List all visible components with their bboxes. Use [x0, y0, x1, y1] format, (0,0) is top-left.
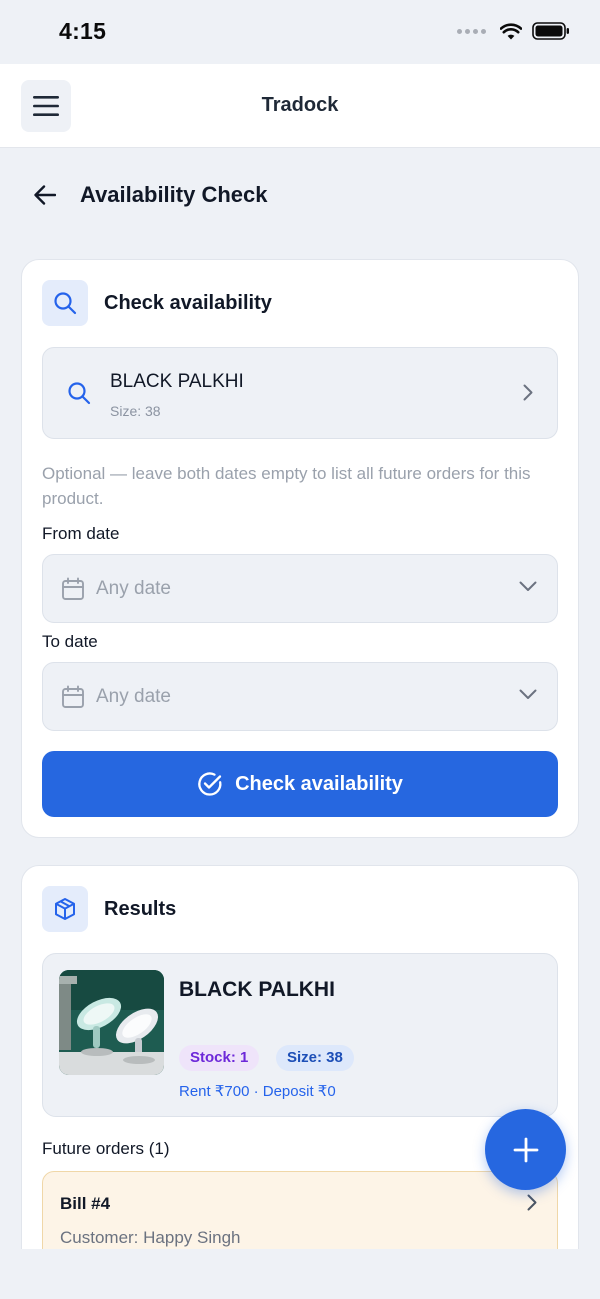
to-date-value: Any date	[96, 686, 171, 707]
arrow-left-icon	[34, 185, 56, 205]
chevron-down-icon	[519, 581, 537, 591]
app-title: Tradock	[261, 94, 339, 116]
check-circle-icon	[198, 772, 222, 796]
check-availability-header: Check availability	[42, 280, 272, 326]
check-availability-button[interactable]: Check availability	[42, 751, 558, 817]
battery-icon	[532, 22, 569, 40]
calendar-icon	[62, 685, 84, 708]
to-date-field[interactable]: Any date	[42, 662, 558, 731]
status-time: 4:15	[59, 18, 107, 44]
section-title: Results	[104, 897, 177, 920]
wifi-icon	[500, 22, 522, 39]
result-item[interactable]: BLACK PALKHI Stock: 1 Size: 38 Rent ₹700…	[42, 953, 558, 1117]
future-orders-label: Future orders (1)	[42, 1139, 170, 1158]
size-badge: Size: 38	[276, 1045, 354, 1071]
from-date-field[interactable]: Any date	[42, 554, 558, 623]
check-availability-button-label: Check availability	[235, 772, 403, 795]
add-fab-button[interactable]	[485, 1109, 566, 1190]
chevron-right-icon	[523, 384, 533, 401]
date-hint: Optional — leave both dates empty to lis…	[42, 464, 531, 508]
rent-deposit-text: Rent ₹700 · Deposit ₹0	[179, 1083, 336, 1100]
chevron-right-icon	[527, 1194, 537, 1211]
calendar-icon	[62, 577, 84, 600]
chevron-down-icon	[519, 689, 537, 699]
product-size: Size: 38	[110, 403, 161, 419]
status-bar: 4:15	[0, 0, 600, 64]
page-head: Availability Check	[0, 168, 600, 222]
plus-icon	[513, 1137, 538, 1162]
order-bill-number: Bill #4	[60, 1194, 111, 1213]
app-header: Tradock	[0, 64, 600, 148]
search-icon	[68, 382, 91, 405]
back-button[interactable]	[30, 181, 60, 209]
product-thumbnail	[59, 970, 164, 1075]
page-title: Availability Check	[80, 182, 268, 207]
stock-badge: Stock: 1	[179, 1045, 260, 1071]
results-card: Results BLACK PALKHI Stock: 1 Size: 38 R…	[21, 865, 579, 1286]
search-icon	[54, 292, 77, 315]
product-selector[interactable]: BLACK PALKHI Size: 38	[42, 347, 558, 439]
from-date-value: Any date	[96, 578, 171, 599]
check-availability-card: Check availability BLACK PALKHI Size: 38…	[21, 259, 579, 838]
status-icons	[457, 22, 570, 40]
section-icon	[42, 886, 88, 932]
to-date-label: To date	[42, 632, 98, 651]
order-customer: Customer: Happy Singh	[60, 1228, 241, 1247]
from-date-label: From date	[42, 524, 120, 543]
result-product-name: BLACK PALKHI	[179, 978, 335, 1001]
bottom-safe-area	[0, 1249, 600, 1299]
results-header: Results	[42, 886, 176, 932]
package-icon	[55, 898, 75, 920]
section-title: Check availability	[104, 291, 272, 314]
section-icon	[42, 280, 88, 326]
cellular-signal-icon	[457, 28, 486, 34]
product-name: BLACK PALKHI	[110, 371, 244, 392]
